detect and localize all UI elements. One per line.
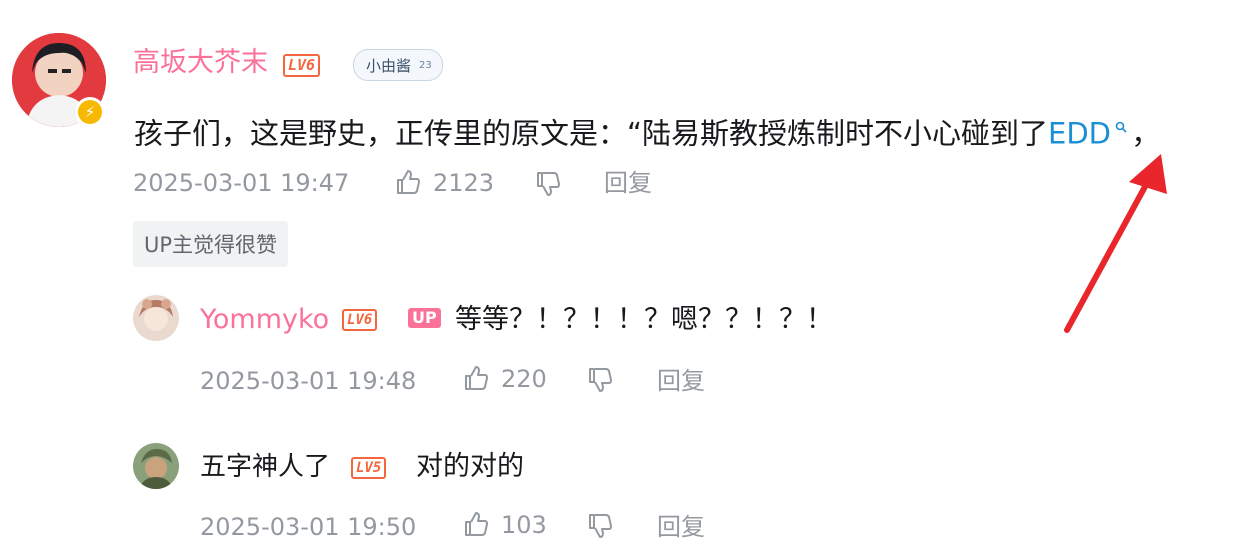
thumbs-down-icon bbox=[537, 172, 560, 196]
like-count: 220 bbox=[501, 365, 547, 393]
level-badge: LV6 bbox=[342, 309, 378, 331]
thumbs-up-icon bbox=[465, 366, 488, 390]
thumbs-up-icon bbox=[397, 170, 420, 194]
dislike-button[interactable] bbox=[534, 170, 562, 202]
up-liked-tag: UP主觉得很赞 bbox=[133, 221, 289, 267]
vip-badge: ⚡ bbox=[75, 97, 105, 127]
avatar[interactable] bbox=[133, 443, 179, 489]
like-count: 2123 bbox=[433, 169, 495, 197]
fan-medal-name: 小由酱 bbox=[366, 56, 412, 75]
like-button[interactable] bbox=[394, 168, 422, 200]
thumbs-up-icon bbox=[465, 512, 488, 536]
timestamp: 2025-03-01 19:50 bbox=[200, 513, 417, 541]
thumbs-down-icon bbox=[589, 368, 612, 392]
fan-medal[interactable]: 小由酱 23 bbox=[353, 49, 443, 81]
comment-body: 孩子们，这是野史，正传里的原文是：“陆易斯教授炼制时不小心碰到了 bbox=[134, 116, 1049, 151]
comment-text: 孩子们，这是野史，正传里的原文是：“陆易斯教授炼制时不小心碰到了EDD ， bbox=[134, 110, 1160, 154]
username[interactable]: 五字神人了 bbox=[200, 449, 330, 485]
reply-text: 等等？！？！！？嗯？？！？！ bbox=[455, 304, 833, 335]
like-count: 103 bbox=[501, 511, 547, 539]
fan-medal-level: 23 bbox=[419, 59, 432, 71]
lightning-icon: ⚡ bbox=[78, 100, 102, 124]
like-button[interactable] bbox=[462, 510, 490, 542]
reply-button[interactable]: 回复 bbox=[604, 168, 652, 198]
thumbs-down-icon bbox=[589, 514, 612, 538]
reply-button[interactable]: 回复 bbox=[657, 366, 705, 396]
level-badge: LV6 bbox=[283, 54, 321, 77]
comment-suffix: ， bbox=[1131, 116, 1161, 151]
reply-button[interactable]: 回复 bbox=[657, 512, 705, 542]
avatar[interactable] bbox=[133, 295, 179, 341]
reply-text: 对的对的 bbox=[416, 451, 524, 482]
dislike-button[interactable] bbox=[586, 512, 614, 544]
like-button[interactable] bbox=[462, 364, 490, 396]
level-badge: LV5 bbox=[351, 457, 387, 479]
red-arrow-annotation bbox=[1064, 154, 1167, 333]
search-icon[interactable] bbox=[1111, 121, 1131, 137]
timestamp: 2025-03-01 19:47 bbox=[133, 169, 350, 197]
username[interactable]: 高坂大芥末 bbox=[133, 45, 268, 81]
timestamp: 2025-03-01 19:48 bbox=[200, 367, 417, 395]
username[interactable]: Yommyko bbox=[200, 302, 329, 338]
up-tag: UP bbox=[408, 308, 441, 328]
dislike-button[interactable] bbox=[586, 366, 614, 398]
search-link[interactable]: EDD bbox=[1048, 117, 1111, 151]
